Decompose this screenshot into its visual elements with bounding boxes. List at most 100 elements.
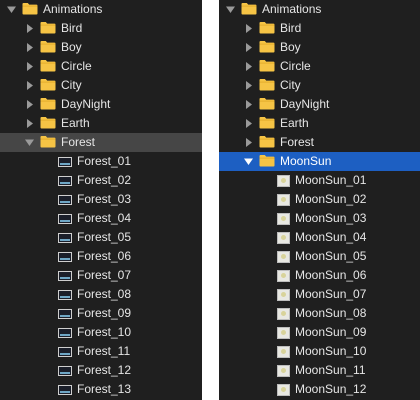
folder-item[interactable]: Bird [219,19,420,38]
folder-item-label: Forest [280,135,315,149]
folder-item-label: Boy [280,40,301,54]
thumbnail-strip [60,352,70,355]
folder-item[interactable]: Bird [0,19,202,38]
thumbnail-strip [60,200,70,203]
file-item-label: MoonSun_10 [295,344,367,358]
file-item[interactable]: MoonSun_09 [219,323,420,342]
folder-item[interactable]: Boy [219,38,420,57]
image-thumbnail-icon [58,327,72,338]
file-item[interactable]: Forest_05 [0,228,202,247]
folder-item[interactable]: Circle [219,57,420,76]
file-item[interactable]: Forest_12 [0,361,202,380]
disclosure-closed-icon[interactable] [242,99,254,111]
disclosure-closed-icon[interactable] [23,118,35,130]
file-item[interactable]: MoonSun_03 [219,209,420,228]
thumbnail-strip [60,390,70,393]
disclosure-closed-icon[interactable] [242,118,254,130]
file-item-label: Forest_03 [77,192,132,206]
thumbnail-sun [281,253,286,259]
folder-icon [259,40,275,56]
file-item-label: MoonSun_04 [295,230,367,244]
file-item[interactable]: MoonSun_06 [219,266,420,285]
file-item-label: MoonSun_12 [295,382,367,396]
disclosure-closed-icon[interactable] [242,137,254,149]
disclosure-closed-icon[interactable] [242,42,254,54]
thumbnail-strip [60,257,70,260]
folder-item[interactable]: DayNight [0,95,202,114]
disclosure-open-icon[interactable] [5,4,17,16]
root-folder-item[interactable]: Animations [0,0,202,19]
disclosure-open-icon[interactable] [242,156,254,168]
file-item[interactable]: Forest_01 [0,152,202,171]
disclosure-closed-icon[interactable] [23,42,35,54]
file-item-label: MoonSun_02 [295,192,367,206]
disclosure-closed-icon[interactable] [23,99,35,111]
folder-icon [259,116,275,132]
disclosure-closed-icon[interactable] [242,23,254,35]
disclosure-closed-icon[interactable] [242,80,254,92]
folder-item[interactable]: City [0,76,202,95]
folder-icon [40,21,56,37]
folder-item[interactable]: City [219,76,420,95]
folder-item[interactable]: Boy [0,38,202,57]
folder-item[interactable]: Circle [0,57,202,76]
file-item[interactable]: Forest_06 [0,247,202,266]
file-item[interactable]: MoonSun_07 [219,285,420,304]
disclosure-closed-icon[interactable] [23,80,35,92]
file-item[interactable]: Forest_09 [0,304,202,323]
folder-item-label: Bird [61,21,83,35]
file-item[interactable]: MoonSun_04 [219,228,420,247]
thumbnail-strip [60,333,70,336]
file-item[interactable]: MoonSun_12 [219,380,420,399]
file-item[interactable]: MoonSun_02 [219,190,420,209]
thumbnail-sun [281,196,286,202]
file-item[interactable]: Forest_02 [0,171,202,190]
file-item[interactable]: Forest_08 [0,285,202,304]
file-item-label: MoonSun_11 [295,363,366,377]
file-item-label: Forest_13 [77,382,132,396]
thumbnail-sun [281,234,286,240]
image-thumbnail-icon [58,213,72,224]
image-thumbnail-icon [58,175,72,186]
file-item[interactable]: Forest_07 [0,266,202,285]
thumbnail-strip [60,181,70,184]
folder-icon [259,59,275,75]
image-thumbnail-icon [277,193,290,206]
file-item[interactable]: MoonSun_10 [219,342,420,361]
folder-item[interactable]: Earth [219,114,420,133]
expanded-folder-item[interactable]: Forest [0,133,202,152]
file-item[interactable]: MoonSun_08 [219,304,420,323]
disclosure-closed-icon[interactable] [23,61,35,73]
folder-icon [40,78,56,94]
expanded-folder-item[interactable]: MoonSun [219,152,420,171]
file-item[interactable]: Forest_03 [0,190,202,209]
image-thumbnail-icon [58,251,72,262]
folder-item[interactable]: Forest [219,133,420,152]
file-item-label: Forest_01 [77,154,132,168]
file-item[interactable]: Forest_04 [0,209,202,228]
disclosure-closed-icon[interactable] [242,61,254,73]
folder-icon [40,97,56,113]
thumbnail-sun [281,215,286,221]
thumbnail-strip [60,219,70,222]
file-item[interactable]: MoonSun_01 [219,171,420,190]
file-item[interactable]: Forest_10 [0,323,202,342]
folder-item[interactable]: DayNight [219,95,420,114]
file-item-label: MoonSun_07 [295,287,367,301]
folder-item[interactable]: Earth [0,114,202,133]
expanded-folder-item-label: MoonSun [280,154,332,168]
folder-icon [259,21,275,37]
root-folder-item-label: Animations [43,2,103,16]
disclosure-open-icon[interactable] [224,4,236,16]
file-item[interactable]: MoonSun_11 [219,361,420,380]
disclosure-closed-icon[interactable] [23,23,35,35]
image-thumbnail-icon [277,250,290,263]
file-item[interactable]: Forest_13 [0,380,202,399]
root-folder-item[interactable]: Animations [219,0,420,19]
file-item-label: Forest_09 [77,306,132,320]
file-item[interactable]: MoonSun_05 [219,247,420,266]
file-item-label: Forest_12 [77,363,132,377]
file-item[interactable]: Forest_11 [0,342,202,361]
disclosure-open-icon[interactable] [23,137,35,149]
image-thumbnail-icon [58,194,72,205]
